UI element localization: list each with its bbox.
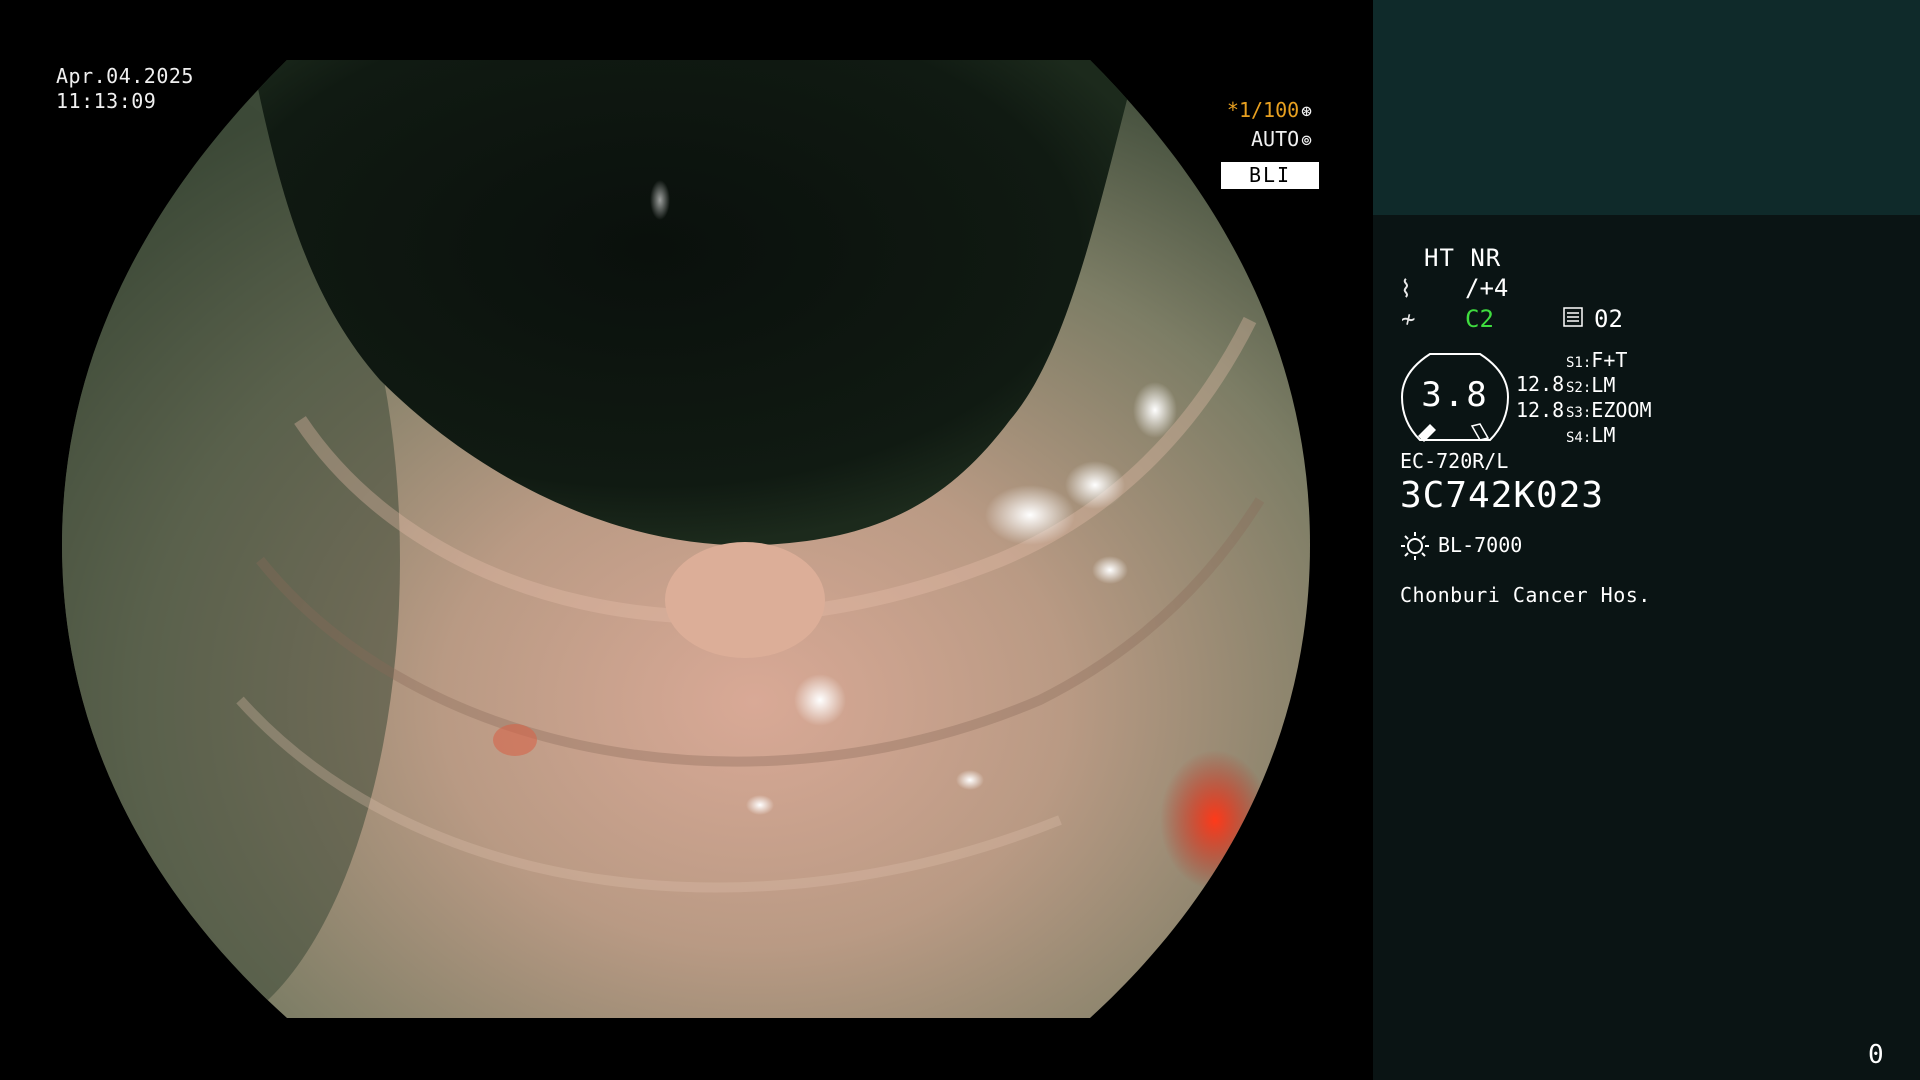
zoom-value: 3.8 (1421, 375, 1489, 415)
datetime: Apr.04.2025 11:13:09 (56, 64, 194, 114)
iris-mode: AUTO ⊚ (1251, 127, 1312, 151)
switch-3-key: S3: (1566, 405, 1592, 421)
scope-serial: 3C742K023 (1400, 475, 1605, 516)
switch-2: S2:LM (1566, 373, 1615, 401)
scope-model: EC-720R/L (1400, 449, 1509, 473)
hospital-name: Chonburi Cancer Hos. (1400, 583, 1651, 607)
zoom-value-2: 12.8 (1516, 398, 1565, 422)
switch-1-key: S1: (1566, 355, 1592, 371)
info-panel-header (1373, 0, 1920, 215)
endoscope-view (62, 60, 1310, 1018)
structure-enhancement-icon: ⌇ (1400, 275, 1412, 303)
shutter-icon: ⊛ (1301, 101, 1312, 122)
switch-4-value: LM (1591, 423, 1616, 447)
time: 11:13:09 (56, 89, 157, 113)
iris-value: AUTO (1250, 127, 1300, 151)
switch-2-key: S2: (1566, 380, 1592, 396)
color-enhancement-value: C2 (1465, 305, 1494, 333)
shutter-value: *1/100 (1226, 98, 1300, 122)
structure-enhancement-value: /+4 (1465, 274, 1509, 302)
switch-4-key: S4: (1566, 430, 1592, 446)
image-counter: 0 (1868, 1040, 1884, 1070)
switch-1-value: F+T (1591, 348, 1628, 372)
date: Apr.04.2025 (56, 64, 194, 88)
imaging-mode-badge: BLI (1221, 162, 1319, 189)
memory-value: 02 (1594, 305, 1623, 333)
switch-2-value: LM (1591, 373, 1616, 397)
switch-1: S1:F+T (1566, 348, 1627, 376)
zoom-value-1: 12.8 (1516, 372, 1565, 396)
processing-label: HT NR (1424, 244, 1502, 272)
light-source-model: BL-7000 (1438, 533, 1523, 557)
light-source-icon (1401, 532, 1429, 560)
color-enhancement-icon: ≁ (1401, 305, 1416, 333)
switch-4: S4:LM (1566, 423, 1615, 451)
memory-icon (1563, 307, 1583, 327)
shutter-speed: *1/100 ⊛ (1227, 98, 1312, 122)
switch-3-value: EZOOM (1591, 398, 1652, 422)
switch-3: S3:EZOOM (1566, 398, 1652, 426)
iris-icon: ⊚ (1301, 130, 1312, 151)
